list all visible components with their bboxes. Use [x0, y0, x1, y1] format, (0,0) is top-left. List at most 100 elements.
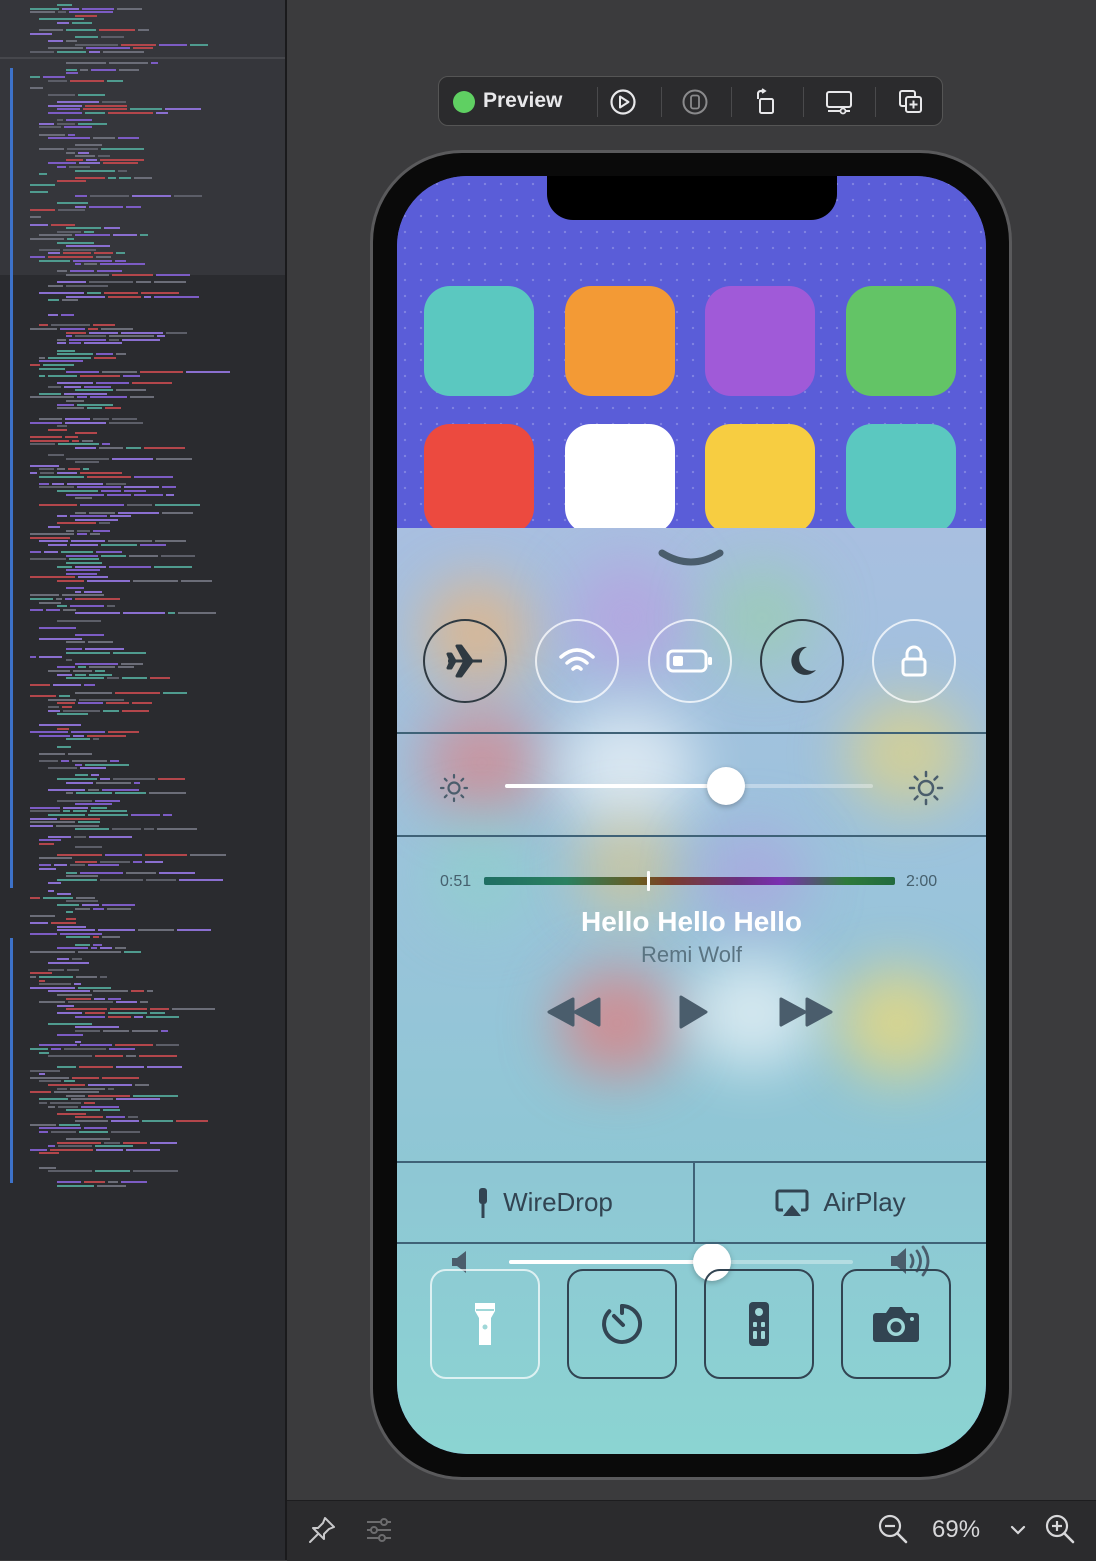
minimap-code-token [100, 976, 107, 978]
minimap-code-token [78, 702, 103, 705]
minimap-code-token [88, 641, 113, 644]
minimap-code-token [75, 511, 86, 514]
code-minimap[interactable] [0, 0, 287, 1560]
duration-time: 2:00 [906, 873, 938, 890]
minimap-code-token [133, 1170, 178, 1173]
zoom-in-icon[interactable] [1042, 1511, 1078, 1547]
minimap-code-token [66, 875, 98, 878]
app-icon[interactable] [705, 286, 815, 396]
minimap-code-token [57, 1033, 83, 1036]
minimap-code-token [39, 752, 65, 755]
minimap-code-token [67, 968, 79, 971]
app-icon[interactable] [705, 424, 815, 534]
minimap-code-token [84, 385, 111, 388]
minimap-code-token [30, 684, 50, 687]
app-icon[interactable] [846, 286, 956, 396]
minimap-code-token [72, 958, 82, 960]
camera-button[interactable] [841, 1269, 951, 1379]
airplane-mode-toggle[interactable] [423, 619, 507, 703]
minimap-code-token [66, 871, 77, 874]
minimap-code-token [121, 43, 156, 46]
minimap-code-token [71, 731, 105, 734]
device-settings-icon[interactable] [822, 85, 856, 119]
minimap-code-token [111, 1120, 139, 1122]
do-not-disturb-toggle[interactable] [760, 619, 844, 703]
minimap-code-token [110, 515, 131, 518]
app-icon[interactable] [565, 424, 675, 534]
minimap-code-token [75, 335, 106, 338]
minimap-code-token [156, 457, 192, 460]
minimap-code-token [75, 673, 86, 676]
rotate-icon[interactable] [748, 85, 782, 119]
minimap-code-token [30, 443, 55, 446]
track-title: Hello Hello Hello [581, 906, 802, 937]
app-icon[interactable] [424, 424, 534, 534]
minimap-code-token [57, 202, 88, 204]
minimap-code-token [30, 533, 74, 536]
minimap-code-token [161, 554, 195, 557]
minimap-code-token [57, 605, 67, 608]
minimap-code-token [66, 72, 78, 75]
pin-icon[interactable] [305, 1513, 339, 1547]
minimap-code-token [56, 824, 99, 827]
rotation-lock-toggle[interactable] [872, 619, 956, 703]
rewind-button[interactable] [545, 994, 601, 1030]
playback-progress-knob[interactable] [647, 871, 651, 891]
zoom-out-icon[interactable] [875, 1511, 911, 1547]
device-icon[interactable] [678, 85, 712, 119]
minimap-code-token [109, 335, 154, 338]
duplicate-icon[interactable] [894, 85, 928, 119]
timer-button[interactable] [567, 1269, 677, 1379]
zoom-level[interactable]: 69% [932, 1516, 980, 1544]
minimap-code-token [81, 1105, 119, 1108]
minimap-code-token [57, 1066, 76, 1068]
minimap-code-token [90, 396, 127, 399]
remote-button[interactable] [704, 1269, 814, 1379]
brightness-slider-knob[interactable] [706, 767, 745, 805]
minimap-code-token [151, 61, 158, 64]
minimap-code-token [126, 871, 156, 874]
chevron-down-icon[interactable] [1007, 1519, 1029, 1541]
flashlight-button[interactable] [430, 1269, 540, 1379]
minimap-code-token [30, 810, 60, 813]
minimap-code-token [94, 356, 116, 359]
minimap-code-token [62, 299, 78, 302]
minimap-code-token [66, 457, 109, 460]
minimap-code-token [105, 407, 121, 410]
battery-toggle[interactable] [648, 619, 732, 703]
minimap-code-token [66, 295, 105, 298]
minimap-code-token [108, 540, 152, 543]
minimap-code-token [71, 540, 105, 543]
wifi-toggle[interactable] [535, 619, 619, 703]
minimap-code-token [75, 1116, 103, 1119]
live-preview-icon[interactable] [606, 85, 640, 119]
minimap-code-token [99, 446, 123, 449]
minimap-code-token [30, 256, 45, 258]
minimap-code-token [186, 371, 230, 374]
playback-progress-track[interactable] [484, 877, 895, 885]
minimap-code-token [84, 1127, 107, 1130]
wiredrop-button[interactable]: WireDrop [397, 1163, 693, 1242]
minimap-code-token [58, 1105, 78, 1108]
preview-status-indicator [453, 91, 475, 113]
minimap-code-token [107, 79, 123, 82]
fast-forward-button[interactable] [779, 994, 835, 1030]
minimap-code-token [124, 490, 146, 492]
minimap-code-token [154, 565, 192, 568]
play-button[interactable] [677, 994, 709, 1030]
minimap-code-token [108, 295, 141, 298]
chevron-down-icon[interactable] [656, 543, 726, 573]
minimap-code-token [66, 158, 83, 161]
minimap-code-token [61, 551, 93, 554]
app-icon[interactable] [565, 286, 675, 396]
minimap-code-token [75, 263, 81, 266]
app-icon[interactable] [846, 424, 956, 534]
minimap-code-token [70, 515, 107, 518]
adjustments-icon[interactable] [362, 1513, 396, 1547]
app-icon[interactable] [424, 286, 534, 396]
minimap-code-token [57, 673, 72, 676]
airplay-button[interactable]: AirPlay [695, 1163, 986, 1242]
minimap-code-token [78, 576, 108, 579]
minimap-code-token [57, 241, 94, 244]
minimap-code-token [109, 338, 119, 341]
